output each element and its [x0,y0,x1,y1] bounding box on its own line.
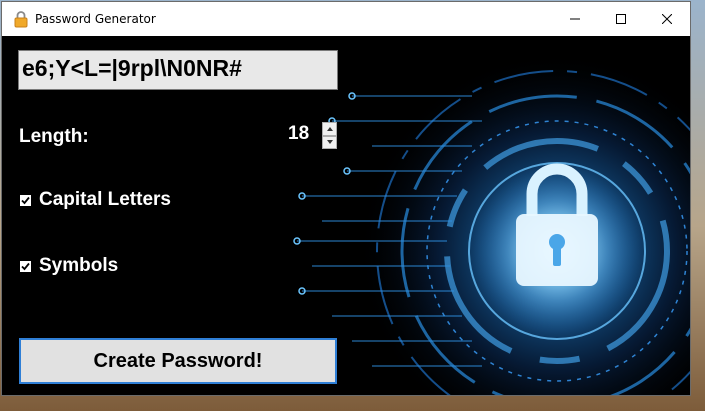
minimize-icon [570,18,580,20]
capital-letters-label[interactable]: Capital Letters [39,189,171,211]
capital-letters-checkbox[interactable] [20,195,31,206]
chevron-down-icon [326,140,333,145]
create-password-button[interactable]: Create Password! [19,338,337,384]
symbols-label[interactable]: Symbols [39,255,118,277]
symbols-checkbox[interactable] [20,261,31,272]
length-value[interactable]: 18 [288,123,309,145]
checkmark-icon [21,196,30,205]
window-title: Password Generator [35,12,156,26]
main-content: e6;Y<L=|9rpl\N0NR# Length: 18 Capital Le… [2,36,690,395]
chevron-up-icon [326,126,333,131]
length-label: Length: [19,126,89,147]
padlock-icon [13,10,29,28]
close-button[interactable] [644,2,690,36]
desktop-background: Password Generator e6;Y<L=|9rpl\N0NR# Le… [0,0,705,411]
password-generator-window: Password Generator e6;Y<L=|9rpl\N0NR# Le… [1,1,691,396]
maximize-icon [616,14,626,24]
title-bar[interactable]: Password Generator [2,2,690,36]
close-icon [662,14,672,24]
password-output-field[interactable]: e6;Y<L=|9rpl\N0NR# [18,50,338,90]
minimize-button[interactable] [552,2,598,36]
length-stepper[interactable] [322,122,337,149]
decrement-button[interactable] [322,135,337,149]
maximize-button[interactable] [598,2,644,36]
window-controls [552,2,690,36]
checkmark-icon [21,262,30,271]
increment-button[interactable] [322,122,337,136]
